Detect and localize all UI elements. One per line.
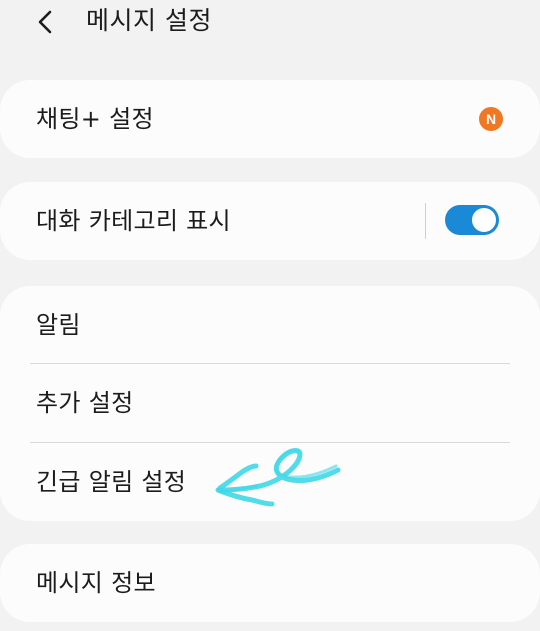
back-button[interactable] [28, 4, 64, 40]
conversation-category-toggle[interactable] [445, 205, 499, 235]
chat-plus-settings-label: 채팅+ 설정 [36, 105, 154, 133]
conversation-category-label: 대화 카테고리 표시 [36, 207, 231, 235]
message-info-item[interactable]: 메시지 정보 [0, 544, 540, 622]
page-title: 메시지 설정 [86, 6, 212, 35]
chevron-left-icon [38, 10, 52, 34]
app-header: 메시지 설정 [0, 0, 540, 44]
emergency-alerts-label: 긴급 알림 설정 [36, 468, 187, 496]
conversation-category-item[interactable]: 대화 카테고리 표시 [0, 182, 540, 260]
more-settings-item[interactable]: 추가 설정 [0, 364, 540, 442]
new-badge: N [479, 107, 503, 131]
more-settings-label: 추가 설정 [36, 389, 134, 417]
notifications-item[interactable]: 알림 [0, 286, 540, 364]
vertical-divider [425, 203, 426, 239]
toggle-knob [470, 206, 498, 234]
chat-plus-settings-item[interactable]: 채팅+ 설정 N [0, 80, 540, 158]
emergency-alerts-item[interactable]: 긴급 알림 설정 [0, 443, 540, 521]
message-info-label: 메시지 정보 [36, 569, 156, 597]
settings-group: 알림 추가 설정 긴급 알림 설정 [0, 286, 540, 521]
notifications-label: 알림 [36, 311, 81, 339]
